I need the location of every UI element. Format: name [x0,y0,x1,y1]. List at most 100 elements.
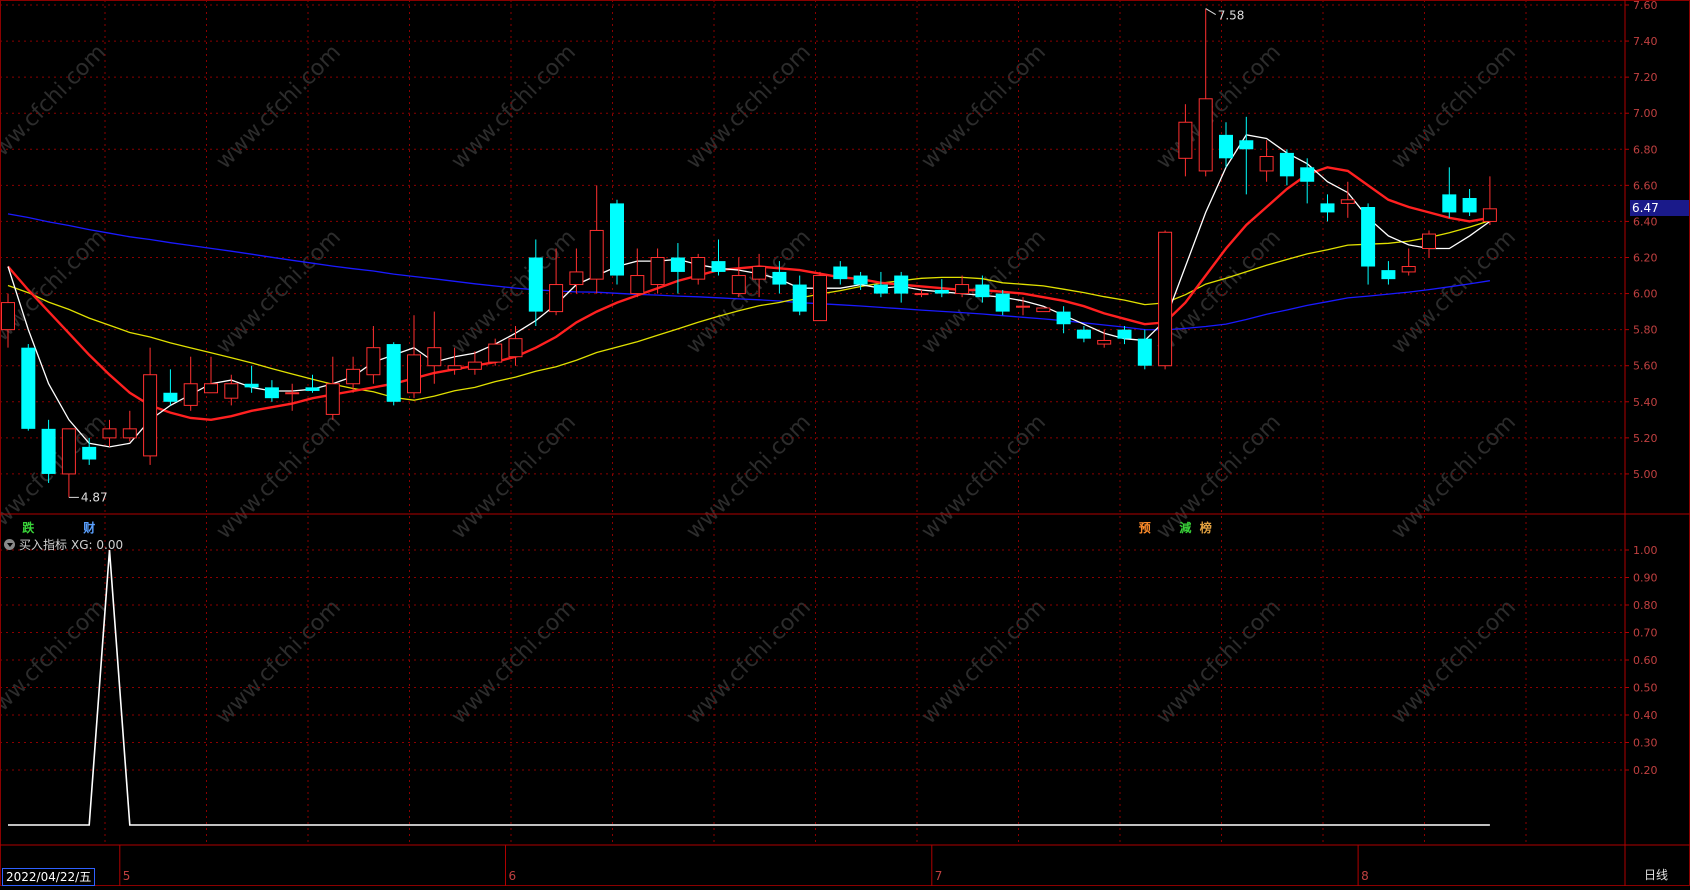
candle-body [1442,194,1457,213]
candle-body [1219,134,1233,159]
y-tick-label: 6.00 [1633,288,1658,301]
watermark-text: www.cfchi.com [212,40,346,174]
candle-body [264,387,279,399]
y-tick-label: 6.20 [1633,252,1658,265]
candle-body [1462,197,1477,213]
watermark-text: www.cfchi.com [917,410,1051,544]
y-tick-label: 0.70 [1633,627,1658,640]
watermark-text: www.cfchi.com [917,595,1051,729]
watermark-text: www.cfchi.com [682,595,816,729]
watermark-text: www.cfchi.com [1152,410,1286,544]
x-month-label: 6 [509,869,517,883]
candle-body [813,275,827,322]
candle-body [427,347,442,367]
candle-body [1,302,15,331]
candle-body [21,347,36,429]
stock-chart[interactable]: www.cfchi.com www.cfchi.com www.cfchi.com w… [0,0,1690,886]
candle-body [1016,305,1030,308]
collapse-icon[interactable] [4,539,15,550]
candle-body [1178,121,1193,159]
candle-body [366,347,381,376]
y-tick-label: 6.40 [1633,215,1658,228]
watermark-text: www.cfchi.com [212,410,346,544]
candle-body [163,392,178,402]
event-tag: 跌 [22,520,35,535]
candle-body [1076,329,1091,339]
watermark-text: www.cfchi.com [1387,40,1521,174]
candle-body [934,289,949,294]
indicator-title-bar: 买入指标 XG: 0.00 [4,536,123,553]
high-price-label: 7.58 [1218,9,1245,23]
watermark-text: www.cfchi.com [1387,595,1521,729]
candle-body [305,387,320,391]
candle-body [975,284,990,298]
candle-body [1361,207,1376,267]
candle-body [731,275,746,295]
candle-body [102,428,117,439]
y-tick-label: 0.60 [1633,654,1658,667]
watermark-text: www.cfchi.com [1387,410,1521,544]
x-month-label: 5 [123,869,131,883]
watermark-text: www.cfchi.com [682,40,816,174]
candle-body [346,368,361,385]
period-button[interactable]: 日线 [1636,866,1676,884]
candle-body [955,284,970,295]
candle-body [204,383,218,394]
candle-body [488,343,503,363]
candle-body [1279,152,1294,177]
candle-body [1158,231,1173,367]
event-tag: 榜 [1200,520,1212,535]
y-tick-label: 5.40 [1633,396,1658,409]
last-price-tag: 6.47 [1630,200,1689,216]
candle-body [1300,167,1315,182]
indicator-name: 买入指标 [19,538,68,552]
cursor-date-label: 2022/04/22/五 [2,868,96,886]
y-tick-label: 6.80 [1633,143,1658,156]
candle-body [650,257,665,286]
watermark-text: www.cfchi.com [212,595,346,729]
indicator-value: XG: 0.00 [71,537,124,552]
candle-body [528,257,543,312]
candle-body [1117,329,1132,339]
candle-body [508,338,523,358]
y-tick-label: 7.40 [1633,35,1658,48]
event-tag: 预 [1139,521,1151,535]
watermark-text: www.cfchi.com [1152,595,1286,729]
y-tick-label: 5.20 [1633,432,1658,445]
chart-canvas[interactable]: www.cfchi.com www.cfchi.com www.cfchi.com w… [0,0,1690,886]
candle-body [995,293,1010,312]
candle-body [630,275,645,295]
candle-body [894,275,909,294]
candle-body [122,428,137,439]
y-tick-label: 0.30 [1633,737,1658,750]
y-tick-label: 6.60 [1633,179,1658,192]
candle-body [1036,307,1051,313]
candle-body [772,271,787,285]
event-tag: 減 [1179,520,1191,535]
candle-body [569,271,584,286]
candle-body [1401,266,1416,273]
candle-body [691,257,706,280]
y-tick-label: 7.60 [1633,0,1658,12]
candle-body [833,266,848,280]
candle-body [792,284,807,312]
candle-body [41,428,56,474]
candle-body [752,266,767,280]
candle-body [143,374,158,457]
watermark-text: www.cfchi.com [447,595,581,729]
watermark-text: www.cfchi.com [447,40,581,174]
y-tick-label: 7.20 [1633,71,1658,84]
candle-body [711,261,726,272]
low-price-label: 4.87 [81,490,108,504]
watermark-text: www.cfchi.com [917,40,1051,174]
candle-body [610,203,624,276]
candle-body [1259,156,1274,172]
candle-body [1381,270,1396,280]
y-tick-label: 0.90 [1633,572,1658,585]
candle-body [1097,339,1112,345]
candle-body [873,284,888,294]
event-tag: 财 [82,520,95,535]
watermark-text: www.cfchi.com [0,595,111,729]
y-tick-label: 0.80 [1633,599,1658,612]
y-tick-label: 0.20 [1633,764,1658,777]
